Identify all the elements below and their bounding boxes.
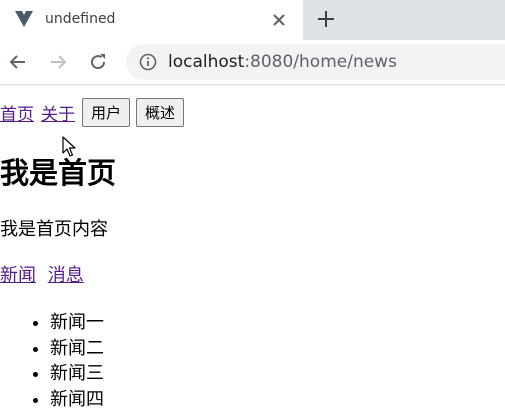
browser-tab[interactable]: undefined (0, 0, 303, 40)
address-bar[interactable]: localhost:8080/home/news (126, 44, 505, 80)
arrow-right-icon[interactable] (48, 52, 68, 72)
url-text[interactable]: localhost:8080/home/news (168, 52, 397, 72)
list-item: 新闻四 (50, 387, 104, 413)
url-host: localhost (168, 52, 245, 72)
list-item: 新闻一 (50, 310, 104, 336)
page-description: 我是首页内容 (0, 219, 108, 240)
nav-link-about[interactable]: 关于 (41, 100, 75, 125)
url-path: :8080/home/news (244, 52, 397, 72)
browser-toolbar: localhost:8080/home/news (0, 40, 505, 85)
top-nav: 首页 关于 用户 概述 (0, 96, 190, 128)
tab-title: undefined (45, 11, 116, 27)
close-icon[interactable] (270, 11, 288, 29)
list-item: 新闻三 (50, 361, 104, 387)
user-button[interactable]: 用户 (82, 97, 131, 127)
arrow-left-icon[interactable] (8, 52, 28, 72)
page-title: 我是首页 (0, 156, 117, 190)
subnav-link-messages[interactable]: 消息 (48, 265, 84, 286)
list-item: 新闻二 (50, 336, 104, 362)
info-icon[interactable] (138, 52, 158, 72)
sub-nav: 新闻 消息 (0, 263, 90, 289)
reload-icon[interactable] (88, 52, 108, 72)
subnav-link-news[interactable]: 新闻 (0, 265, 36, 286)
tab-strip: undefined (0, 0, 505, 40)
overview-button[interactable]: 概述 (136, 97, 185, 127)
nav-link-home[interactable]: 首页 (0, 100, 34, 125)
plus-icon[interactable] (316, 9, 336, 29)
news-list: 新闻一 新闻二 新闻三 新闻四 (0, 310, 104, 412)
vue-logo-icon (15, 11, 33, 27)
